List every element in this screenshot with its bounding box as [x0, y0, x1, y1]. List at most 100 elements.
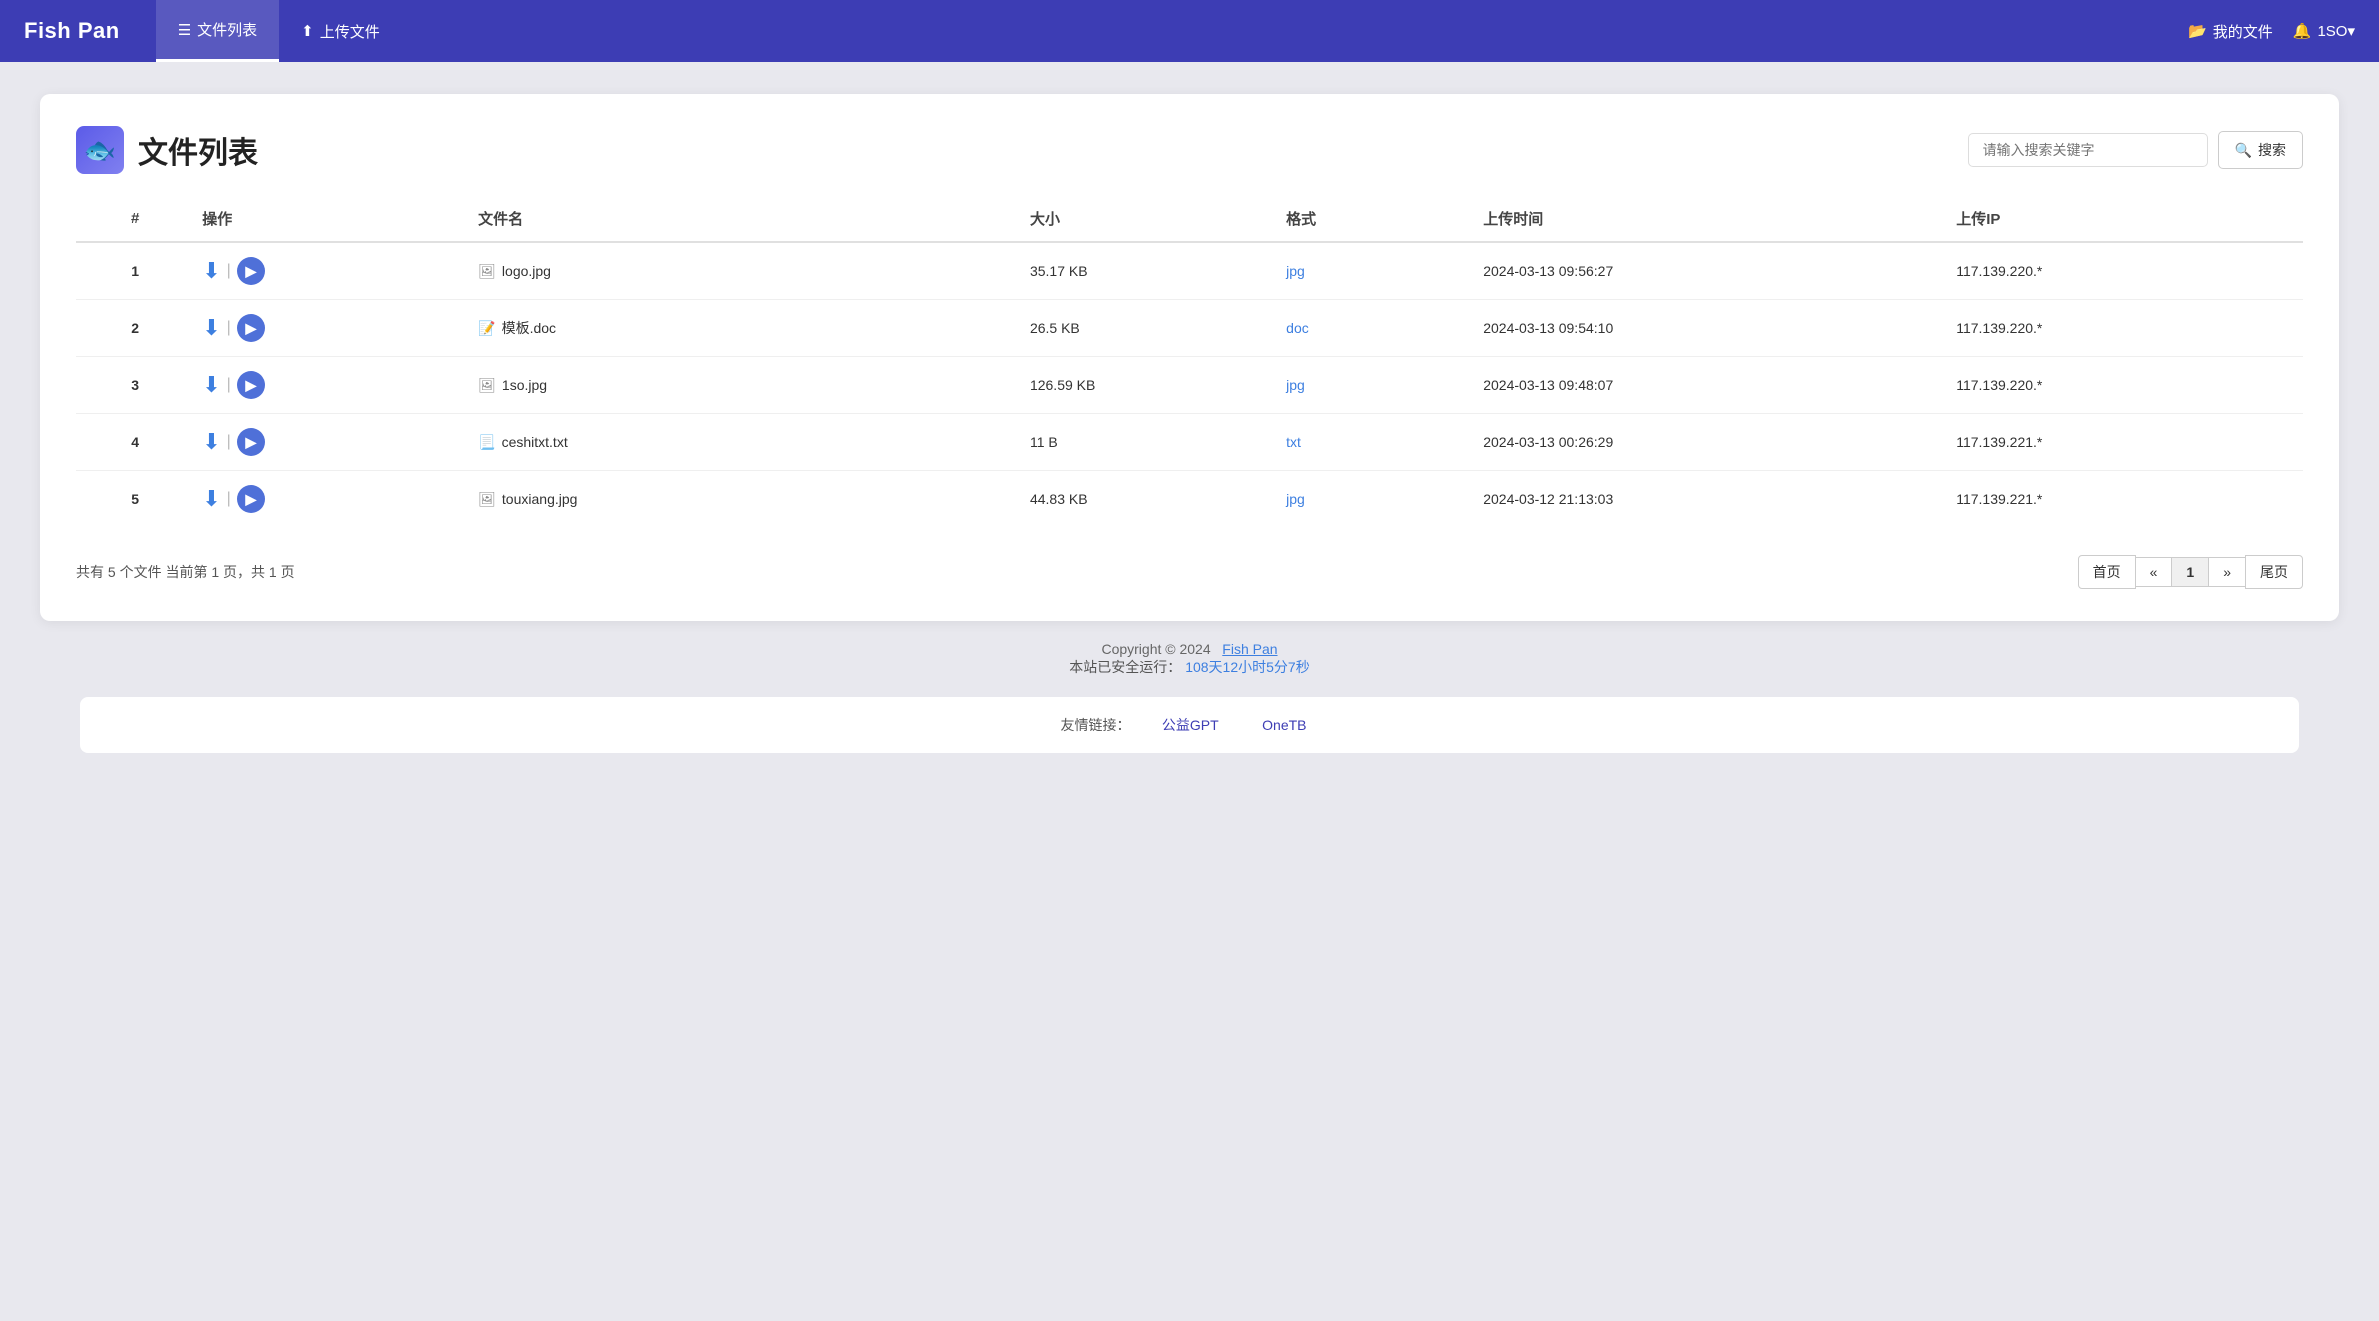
- row-size: 26.5 KB: [1022, 300, 1278, 357]
- file-type-icon: 🖼: [478, 377, 496, 393]
- row-time: 2024-03-12 21:13:03: [1475, 471, 1948, 528]
- file-type-icon: 🖼: [478, 491, 496, 507]
- page-title: 文件列表: [138, 128, 258, 172]
- next-page-button[interactable]: »: [2208, 557, 2246, 587]
- table-row: 5 ⬇ | ▶ 🖼touxiang.jpg 44.83 KB jpg 2024-…: [76, 471, 2303, 528]
- download-button[interactable]: ⬇: [202, 488, 220, 510]
- row-ip: 117.139.220.*: [1948, 357, 2303, 414]
- nav-item-file-list[interactable]: ☰ 文件列表: [156, 0, 279, 62]
- row-ops: ⬇ | ▶: [194, 300, 470, 357]
- row-num: 2: [76, 300, 194, 357]
- file-table: # 操作 文件名 大小 格式 上传时间 上传IP 1 ⬇ | ▶: [76, 198, 2303, 527]
- row-ip: 117.139.220.*: [1948, 300, 2303, 357]
- ops-separator: |: [227, 376, 231, 394]
- file-type-icon: 🖼: [478, 263, 496, 279]
- view-button[interactable]: ▶: [237, 485, 265, 513]
- view-button[interactable]: ▶: [237, 257, 265, 285]
- download-button[interactable]: ⬇: [202, 260, 220, 282]
- links-label: 友情链接：: [1060, 717, 1130, 733]
- format-link[interactable]: txt: [1286, 434, 1301, 450]
- format-link[interactable]: jpg: [1286, 263, 1305, 279]
- row-format: doc: [1278, 300, 1475, 357]
- footer-brand-link[interactable]: Fish Pan: [1222, 641, 1277, 657]
- col-header-ip: 上传IP: [1948, 198, 2303, 242]
- brand-logo[interactable]: Fish Pan: [24, 18, 120, 44]
- row-time: 2024-03-13 09:48:07: [1475, 357, 1948, 414]
- ops-separator: |: [227, 319, 231, 337]
- row-num: 4: [76, 414, 194, 471]
- table-row: 4 ⬇ | ▶ 📃ceshitxt.txt 11 B txt 2024-03-1…: [76, 414, 2303, 471]
- col-header-time: 上传时间: [1475, 198, 1948, 242]
- row-time: 2024-03-13 09:54:10: [1475, 300, 1948, 357]
- row-format: jpg: [1278, 471, 1475, 528]
- row-time: 2024-03-13 00:26:29: [1475, 414, 1948, 471]
- prev-page-button[interactable]: «: [2135, 557, 2173, 587]
- download-button[interactable]: ⬇: [202, 431, 220, 453]
- page-summary: 共有 5 个文件 当前第 1 页，共 1 页: [76, 562, 295, 582]
- download-button[interactable]: ⬇: [202, 317, 220, 339]
- row-size: 35.17 KB: [1022, 242, 1278, 300]
- row-ops: ⬇ | ▶: [194, 357, 470, 414]
- table-row: 2 ⬇ | ▶ 📝模板.doc 26.5 KB doc 2024-03-13 0…: [76, 300, 2303, 357]
- footer-links: 友情链接： 公益GPT OneTB: [80, 697, 2299, 753]
- row-ip: 117.139.221.*: [1948, 471, 2303, 528]
- format-link[interactable]: doc: [1286, 320, 1309, 336]
- footer-link-onetb[interactable]: OneTB: [1262, 717, 1306, 733]
- search-button[interactable]: 🔍 搜索: [2218, 131, 2303, 169]
- main-content: 文件列表 🔍 搜索 # 操作 文件名 大小 格式 上传时间: [0, 62, 2379, 785]
- nav-item-upload[interactable]: ⬆ 上传文件: [279, 0, 402, 62]
- row-size: 126.59 KB: [1022, 357, 1278, 414]
- download-button[interactable]: ⬇: [202, 374, 220, 396]
- my-files-link[interactable]: 📂 我的文件: [2188, 21, 2273, 42]
- runtime-prefix: 本站已安全运行：: [1069, 659, 1181, 675]
- row-ops: ⬇ | ▶: [194, 414, 470, 471]
- last-page-button[interactable]: 尾页: [2245, 555, 2303, 589]
- row-ip: 117.139.220.*: [1948, 242, 2303, 300]
- row-num: 1: [76, 242, 194, 300]
- bell-icon: 🔔: [2293, 22, 2312, 40]
- view-button[interactable]: ▶: [237, 314, 265, 342]
- row-filename: 🖼logo.jpg: [470, 242, 1022, 300]
- row-filename: 🖼touxiang.jpg: [470, 471, 1022, 528]
- format-link[interactable]: jpg: [1286, 377, 1305, 393]
- user-menu[interactable]: 🔔 1SO▾: [2293, 22, 2355, 40]
- view-button[interactable]: ▶: [237, 371, 265, 399]
- col-header-format: 格式: [1278, 198, 1475, 242]
- copyright-text: Copyright © 2024: [1101, 641, 1210, 657]
- ops-separator: |: [227, 490, 231, 508]
- row-filename: 📝模板.doc: [470, 300, 1022, 357]
- upload-icon: ⬆: [301, 22, 314, 40]
- nav-right: 📂 我的文件 🔔 1SO▾: [2188, 21, 2355, 42]
- col-header-ops: 操作: [194, 198, 470, 242]
- row-num: 5: [76, 471, 194, 528]
- nav-label-upload: 上传文件: [320, 21, 380, 42]
- row-ops: ⬇ | ▶: [194, 471, 470, 528]
- card-header: 文件列表 🔍 搜索: [76, 126, 2303, 174]
- first-page-button[interactable]: 首页: [2078, 555, 2136, 589]
- format-link[interactable]: jpg: [1286, 491, 1305, 507]
- ops-separator: |: [227, 433, 231, 451]
- app-logo-icon: [76, 126, 124, 174]
- col-header-num: #: [76, 198, 194, 242]
- footer-link-gpt[interactable]: 公益GPT: [1162, 717, 1219, 733]
- file-list-card: 文件列表 🔍 搜索 # 操作 文件名 大小 格式 上传时间: [40, 94, 2339, 621]
- folder-icon: 📂: [2188, 22, 2207, 40]
- user-label: 1SO▾: [2317, 22, 2355, 40]
- search-input[interactable]: [1968, 133, 2208, 167]
- row-size: 11 B: [1022, 414, 1278, 471]
- runtime-value: 108天12小时5分7秒: [1185, 659, 1310, 675]
- card-title-area: 文件列表: [76, 126, 258, 174]
- row-num: 3: [76, 357, 194, 414]
- footer: Copyright © 2024 Fish Pan 本站已安全运行： 108天1…: [40, 621, 2339, 685]
- search-area: 🔍 搜索: [1968, 131, 2303, 169]
- nav-label-file-list: 文件列表: [197, 19, 257, 40]
- view-button[interactable]: ▶: [237, 428, 265, 456]
- row-format: jpg: [1278, 357, 1475, 414]
- file-type-icon: 📝: [478, 320, 495, 336]
- ops-separator: |: [227, 262, 231, 280]
- current-page-button[interactable]: 1: [2171, 557, 2209, 587]
- row-ops: ⬇ | ▶: [194, 242, 470, 300]
- table-row: 1 ⬇ | ▶ 🖼logo.jpg 35.17 KB jpg 2024-03-1…: [76, 242, 2303, 300]
- row-ip: 117.139.221.*: [1948, 414, 2303, 471]
- nav-links: ☰ 文件列表 ⬆ 上传文件: [156, 0, 2188, 62]
